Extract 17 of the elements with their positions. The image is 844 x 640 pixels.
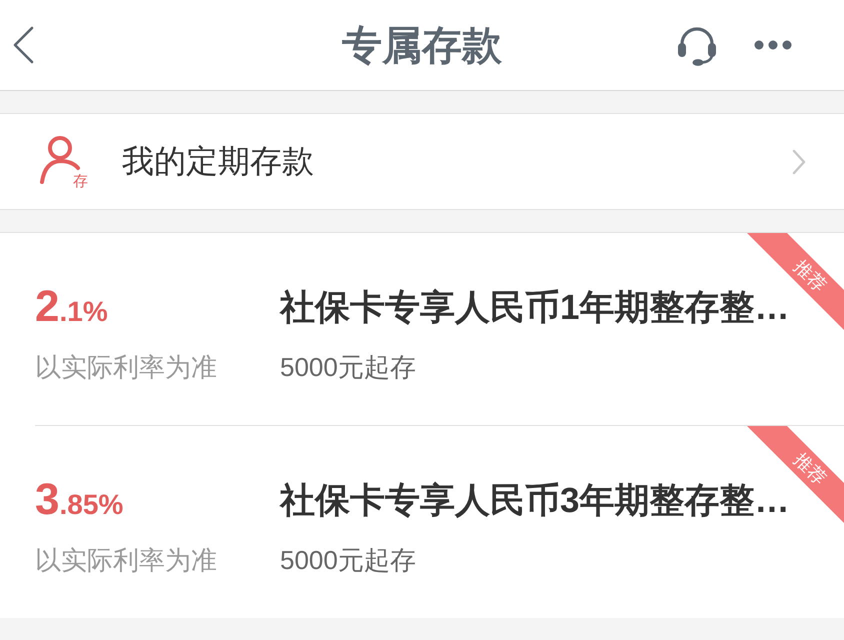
back-icon: [12, 26, 34, 64]
minimum-deposit: 5000元起存: [280, 350, 416, 384]
product-card[interactable]: 3.85% 社保卡专享人民币3年期整存整… 以实际利率为准 5000元起存 推荐: [0, 426, 844, 618]
my-deposits-item[interactable]: 存 我的定期存款: [0, 114, 844, 210]
rate-note: 以实际利率为准: [35, 544, 217, 576]
page-title: 专属存款: [342, 22, 502, 70]
minimum-deposit: 5000元起存: [280, 544, 416, 576]
back-button[interactable]: [12, 26, 34, 64]
interest-rate: 3.85%: [35, 478, 124, 522]
chevron-right-icon: [792, 148, 806, 174]
interest-rate: 2.1%: [35, 285, 108, 329]
product-card[interactable]: 2.1% 社保卡专享人民币1年期整存整… 以实际利率为准 5000元起存 推荐: [0, 233, 844, 425]
more-icon: [754, 40, 792, 50]
rate-note: 以实际利率为准: [35, 350, 217, 384]
my-deposits-label: 我的定期存款: [122, 142, 315, 180]
icon-label: 存: [73, 174, 88, 188]
more-button[interactable]: [754, 40, 792, 50]
